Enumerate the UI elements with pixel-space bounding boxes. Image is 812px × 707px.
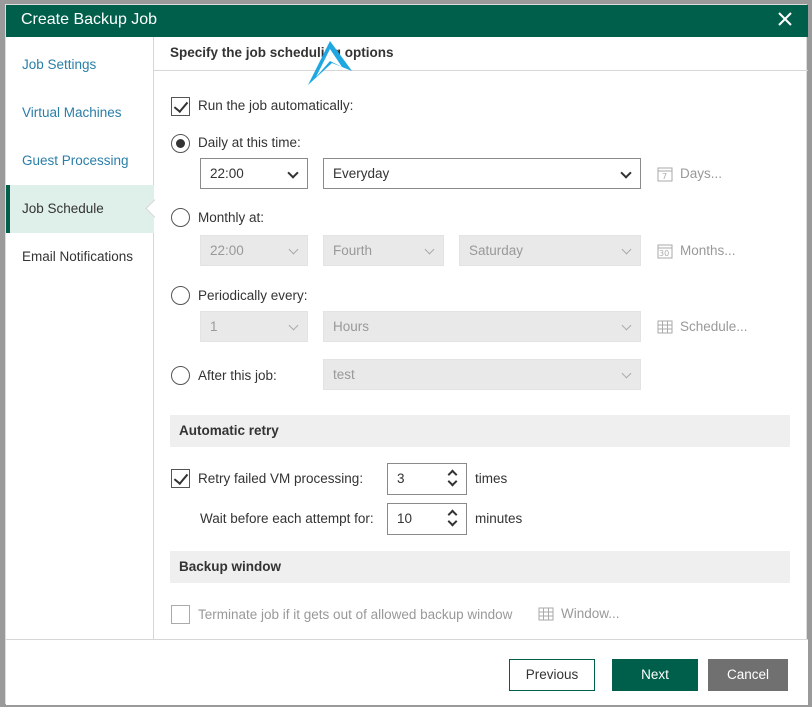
retry-unit-label: times xyxy=(475,471,508,486)
periodic-count-value: 1 xyxy=(210,319,218,334)
periodically-label: Periodically every: xyxy=(198,288,308,303)
monthly-day-value: Saturday xyxy=(469,243,524,258)
daily-time-select[interactable]: 22:00 xyxy=(200,158,308,189)
chevron-down-icon xyxy=(424,244,435,255)
days-button-label: Days... xyxy=(680,166,723,181)
daily-frequency-value: Everyday xyxy=(333,166,390,181)
periodic-unit-value: Hours xyxy=(333,319,370,334)
chevron-down-icon[interactable] xyxy=(447,516,458,527)
calendar-icon: 7 xyxy=(657,167,673,182)
next-button[interactable]: Next xyxy=(612,659,698,691)
after-job-radio[interactable] xyxy=(171,366,190,385)
svg-text:7: 7 xyxy=(662,172,667,181)
months-button-label: Months... xyxy=(680,243,736,258)
grid-schedule-icon xyxy=(657,320,673,334)
retry-failed-checkbox[interactable] xyxy=(171,469,190,488)
sidebar-item-job-schedule[interactable]: Job Schedule xyxy=(6,185,154,233)
retry-failed-label: Retry failed VM processing: xyxy=(198,471,364,486)
chevron-down-icon[interactable] xyxy=(447,476,458,487)
window-button[interactable]: Window... xyxy=(538,606,620,621)
calendar-icon: 30 xyxy=(657,244,673,259)
monthly-day-select[interactable]: Saturday xyxy=(459,235,641,266)
monthly-radio[interactable] xyxy=(171,208,190,227)
periodically-radio[interactable] xyxy=(171,286,190,305)
daily-frequency-select[interactable]: Everyday xyxy=(323,158,641,189)
monthly-time-select[interactable]: 22:00 xyxy=(200,235,308,266)
run-automatically-checkbox[interactable] xyxy=(171,97,190,116)
monthly-week-value: Fourth xyxy=(333,243,373,258)
close-icon[interactable] xyxy=(774,8,796,30)
wait-minutes-stepper[interactable]: 10 xyxy=(387,503,467,535)
backup-window-header: Backup window xyxy=(170,551,790,583)
automatic-retry-header: Automatic retry xyxy=(170,415,790,447)
terminate-job-label: Terminate job if it gets out of allowed … xyxy=(198,607,513,622)
chevron-down-icon xyxy=(621,368,632,379)
mouse-cursor-icon xyxy=(308,41,352,85)
daily-radio[interactable] xyxy=(171,134,190,153)
periodic-unit-select[interactable]: Hours xyxy=(323,311,641,342)
wait-unit-label: minutes xyxy=(475,511,523,526)
svg-text:30: 30 xyxy=(659,249,669,258)
chevron-down-icon xyxy=(620,167,632,179)
sidebar-item-guest-processing[interactable]: Guest Processing xyxy=(6,137,154,185)
after-job-value: test xyxy=(333,367,355,382)
after-job-select[interactable]: test xyxy=(323,359,641,390)
retry-count-value: 3 xyxy=(397,471,405,486)
grid-schedule-icon xyxy=(538,607,554,621)
dialog-footer: Previous Next Cancel xyxy=(6,639,808,705)
retry-count-stepper[interactable]: 3 xyxy=(387,463,467,495)
wait-attempt-label: Wait before each attempt for: xyxy=(200,511,374,526)
months-button[interactable]: 30 Months... xyxy=(657,243,736,259)
daily-time-value: 22:00 xyxy=(210,166,244,181)
sidebar-item-job-settings[interactable]: Job Settings xyxy=(6,41,154,89)
chevron-down-icon xyxy=(287,167,299,179)
schedule-button[interactable]: Schedule... xyxy=(657,319,748,334)
create-backup-job-dialog: Create Backup Job Job Settings Virtual M… xyxy=(5,4,808,705)
after-job-label: After this job: xyxy=(198,368,277,383)
chevron-down-icon xyxy=(288,244,299,255)
daily-label: Daily at this time: xyxy=(198,135,301,150)
previous-button[interactable]: Previous xyxy=(509,659,595,691)
section-title: Specify the job scheduling options xyxy=(154,37,808,71)
monthly-time-value: 22:00 xyxy=(210,243,244,258)
run-automatically-label: Run the job automatically: xyxy=(198,98,354,113)
window-button-label: Window... xyxy=(561,606,620,621)
chevron-down-icon xyxy=(621,320,632,331)
job-schedule-panel: Specify the job scheduling options Run t… xyxy=(154,37,808,639)
cancel-button[interactable]: Cancel xyxy=(708,659,788,691)
dialog-title: Create Backup Job xyxy=(21,11,158,28)
chevron-down-icon xyxy=(621,244,632,255)
dialog-titlebar: Create Backup Job xyxy=(6,5,808,37)
monthly-week-select[interactable]: Fourth xyxy=(323,235,444,266)
monthly-label: Monthly at: xyxy=(198,210,265,225)
wait-minutes-value: 10 xyxy=(397,511,413,526)
chevron-down-icon xyxy=(288,320,299,331)
periodic-count-select[interactable]: 1 xyxy=(200,311,308,342)
schedule-button-label: Schedule... xyxy=(680,319,748,334)
terminate-job-checkbox[interactable] xyxy=(171,605,190,624)
sidebar-item-virtual-machines[interactable]: Virtual Machines xyxy=(6,89,154,137)
wizard-sidebar: Job Settings Virtual Machines Guest Proc… xyxy=(6,37,154,705)
sidebar-item-email-notifications[interactable]: Email Notifications xyxy=(6,233,154,281)
days-button[interactable]: 7 Days... xyxy=(657,166,722,182)
